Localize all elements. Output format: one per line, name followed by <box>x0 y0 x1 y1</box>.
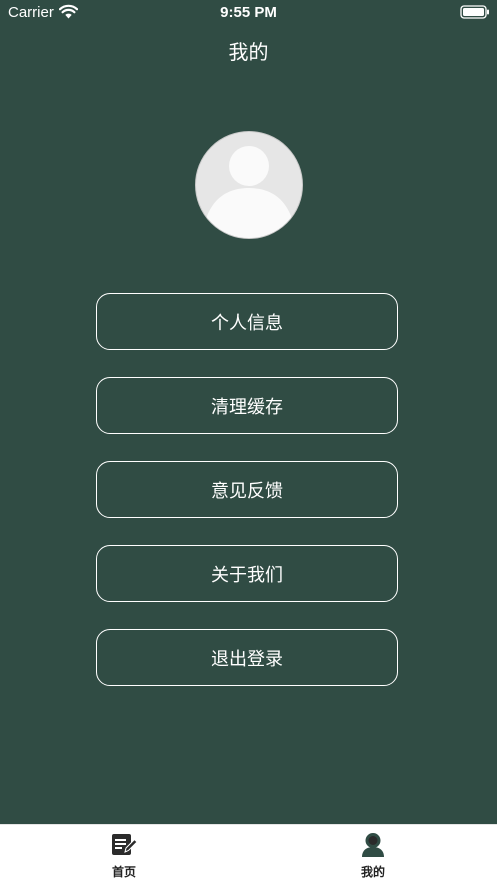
page-title: 我的 <box>228 40 269 64</box>
tab-mine-label: 我的 <box>360 865 385 879</box>
edit-note-icon <box>112 834 137 855</box>
about-us-button[interactable]: 关于我们 <box>96 545 398 602</box>
tab-mine[interactable]: 我的 <box>249 825 497 883</box>
clear-cache-button[interactable]: 清理缓存 <box>96 377 398 434</box>
status-time: 9:55 PM <box>220 4 277 21</box>
logout-button[interactable]: 退出登录 <box>96 629 398 686</box>
tab-home-label: 首页 <box>111 865 136 879</box>
status-bar: Carrier 9:55 PM <box>0 0 497 26</box>
profile-page: Carrier 9:55 PM 我的 个人信息 清理缓存 意见反馈 关于我们 退… <box>0 0 497 824</box>
feedback-button[interactable]: 意见反馈 <box>96 461 398 518</box>
battery-icon <box>460 5 489 19</box>
tab-home[interactable]: 首页 <box>0 825 248 883</box>
screen: Carrier 9:55 PM 我的 个人信息 清理缓存 意见反馈 关于我们 退… <box>0 0 497 883</box>
user-profile-icon <box>362 833 384 857</box>
tab-bar: 首页 我的 <box>0 824 497 883</box>
default-avatar-icon <box>202 146 296 238</box>
avatar[interactable] <box>195 131 303 239</box>
personal-info-button[interactable]: 个人信息 <box>96 293 398 350</box>
